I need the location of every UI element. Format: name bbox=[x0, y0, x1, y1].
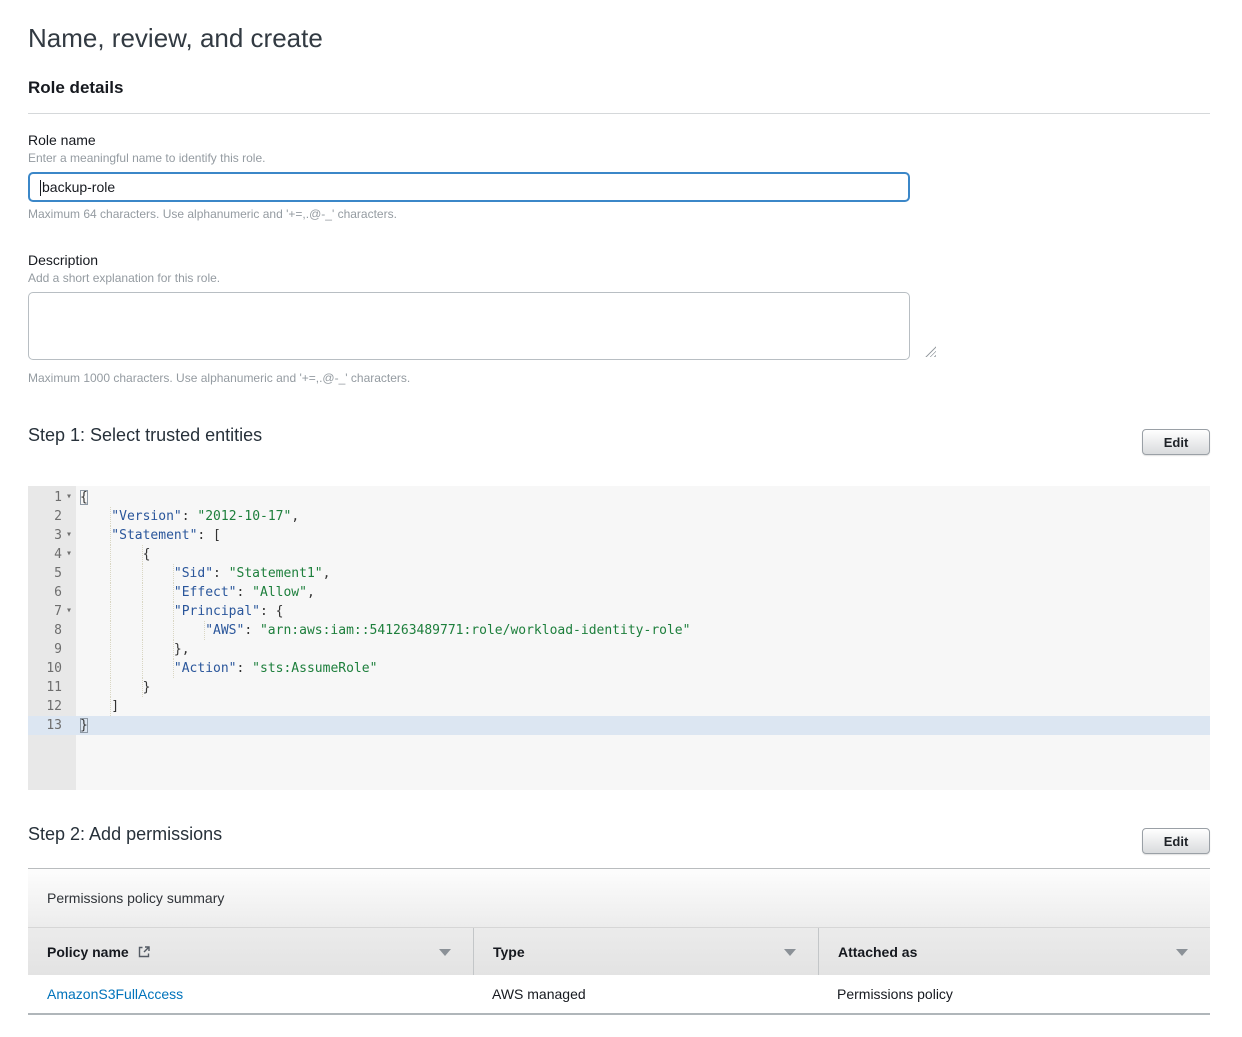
line-number: 6 bbox=[28, 583, 62, 602]
code-text: "Sid": "Statement1", bbox=[80, 564, 330, 583]
role-details-divider bbox=[28, 113, 1210, 114]
code-text: "Action": "sts:AssumeRole" bbox=[80, 659, 377, 678]
code-line[interactable]: 9}, bbox=[28, 640, 1210, 659]
code-text: }, bbox=[80, 640, 190, 659]
textarea-resize-handle[interactable] bbox=[925, 346, 936, 357]
code-line[interactable]: 11} bbox=[28, 678, 1210, 697]
role-name-label: Role name bbox=[28, 132, 96, 148]
line-number: 9 bbox=[28, 640, 62, 659]
code-text: "Principal": { bbox=[80, 602, 283, 621]
code-text: { bbox=[80, 545, 150, 564]
code-text: } bbox=[80, 678, 150, 697]
code-text: } bbox=[80, 716, 88, 735]
description-constraint: Maximum 1000 characters. Use alphanumeri… bbox=[28, 371, 410, 385]
code-line[interactable]: 13} bbox=[28, 716, 1210, 735]
line-number: 5 bbox=[28, 564, 62, 583]
code-line[interactable]: 1▾{ bbox=[28, 488, 1210, 507]
permissions-panel-title: Permissions policy summary bbox=[47, 890, 224, 906]
column-header-attached-as[interactable]: Attached as bbox=[818, 928, 1210, 975]
attached-as-cell: Permissions policy bbox=[818, 986, 1210, 1002]
step2-edit-button[interactable]: Edit bbox=[1142, 828, 1210, 854]
code-text: "AWS": "arn:aws:iam::541263489771:role/w… bbox=[80, 621, 690, 640]
code-text: "Statement": [ bbox=[80, 526, 221, 545]
line-number: 8 bbox=[28, 621, 62, 640]
policy-type-cell: AWS managed bbox=[473, 986, 818, 1002]
role-name-help: Enter a meaningful name to identify this… bbox=[28, 151, 265, 165]
fold-arrow-icon[interactable]: ▾ bbox=[66, 487, 76, 506]
code-line[interactable]: 10 "Action": "sts:AssumeRole" bbox=[28, 659, 1210, 678]
code-text: { bbox=[80, 488, 88, 507]
editor-lines: 1▾{2"Version": "2012-10-17",3▾"Statement… bbox=[28, 488, 1210, 735]
external-link-icon[interactable] bbox=[137, 945, 151, 959]
line-number: 10 bbox=[28, 659, 62, 678]
permissions-panel-header: Permissions policy summary bbox=[28, 868, 1210, 927]
line-number: 1 bbox=[28, 488, 62, 507]
name-review-create-page: Name, review, and create Role details Ro… bbox=[0, 0, 1242, 1037]
line-number: 7 bbox=[28, 602, 62, 621]
code-line[interactable]: 5 "Sid": "Statement1", bbox=[28, 564, 1210, 583]
filter-dropdown-icon[interactable] bbox=[784, 949, 796, 956]
code-text: "Version": "2012-10-17", bbox=[80, 507, 299, 526]
code-line[interactable]: 6 "Effect": "Allow", bbox=[28, 583, 1210, 602]
trust-policy-editor[interactable]: 1▾{2"Version": "2012-10-17",3▾"Statement… bbox=[28, 486, 1210, 790]
fold-arrow-icon[interactable]: ▾ bbox=[66, 525, 76, 544]
code-line[interactable]: 8 "AWS": "arn:aws:iam::541263489771:role/… bbox=[28, 621, 1210, 640]
role-details-heading: Role details bbox=[28, 78, 123, 98]
filter-dropdown-icon[interactable] bbox=[1176, 949, 1188, 956]
line-number: 4 bbox=[28, 545, 62, 564]
step1-edit-button[interactable]: Edit bbox=[1142, 429, 1210, 455]
line-number: 3 bbox=[28, 526, 62, 545]
code-line[interactable]: 4▾{ bbox=[28, 545, 1210, 564]
step1-heading: Step 1: Select trusted entities bbox=[28, 425, 262, 446]
permissions-summary-panel: Permissions policy summary Policy name T… bbox=[28, 868, 1210, 1015]
step2-heading: Step 2: Add permissions bbox=[28, 824, 222, 845]
line-number: 13 bbox=[28, 716, 62, 735]
page-title: Name, review, and create bbox=[28, 23, 323, 54]
code-line[interactable]: 12] bbox=[28, 697, 1210, 716]
fold-arrow-icon[interactable]: ▾ bbox=[66, 601, 76, 620]
code-line[interactable]: 3▾"Statement": [ bbox=[28, 526, 1210, 545]
line-number: 11 bbox=[28, 678, 62, 697]
description-textarea[interactable] bbox=[28, 292, 910, 360]
line-number: 2 bbox=[28, 507, 62, 526]
role-name-input[interactable] bbox=[28, 172, 910, 202]
permissions-table-header: Policy name Type Attached as bbox=[28, 927, 1210, 975]
code-text: "Effect": "Allow", bbox=[80, 583, 315, 602]
line-number: 12 bbox=[28, 697, 62, 716]
column-header-policy-name[interactable]: Policy name bbox=[28, 928, 473, 975]
fold-arrow-icon[interactable]: ▾ bbox=[66, 544, 76, 563]
table-row: AmazonS3FullAccess AWS managed Permissio… bbox=[28, 975, 1210, 1015]
role-name-constraint: Maximum 64 characters. Use alphanumeric … bbox=[28, 207, 397, 221]
column-header-type[interactable]: Type bbox=[473, 928, 818, 975]
code-line[interactable]: 2 "Version": "2012-10-17", bbox=[28, 507, 1210, 526]
description-label: Description bbox=[28, 252, 98, 268]
description-help: Add a short explanation for this role. bbox=[28, 271, 220, 285]
code-text: ] bbox=[80, 697, 119, 716]
code-line[interactable]: 7▾"Principal": { bbox=[28, 602, 1210, 621]
policy-name-link[interactable]: AmazonS3FullAccess bbox=[47, 986, 183, 1002]
filter-dropdown-icon[interactable] bbox=[439, 949, 451, 956]
